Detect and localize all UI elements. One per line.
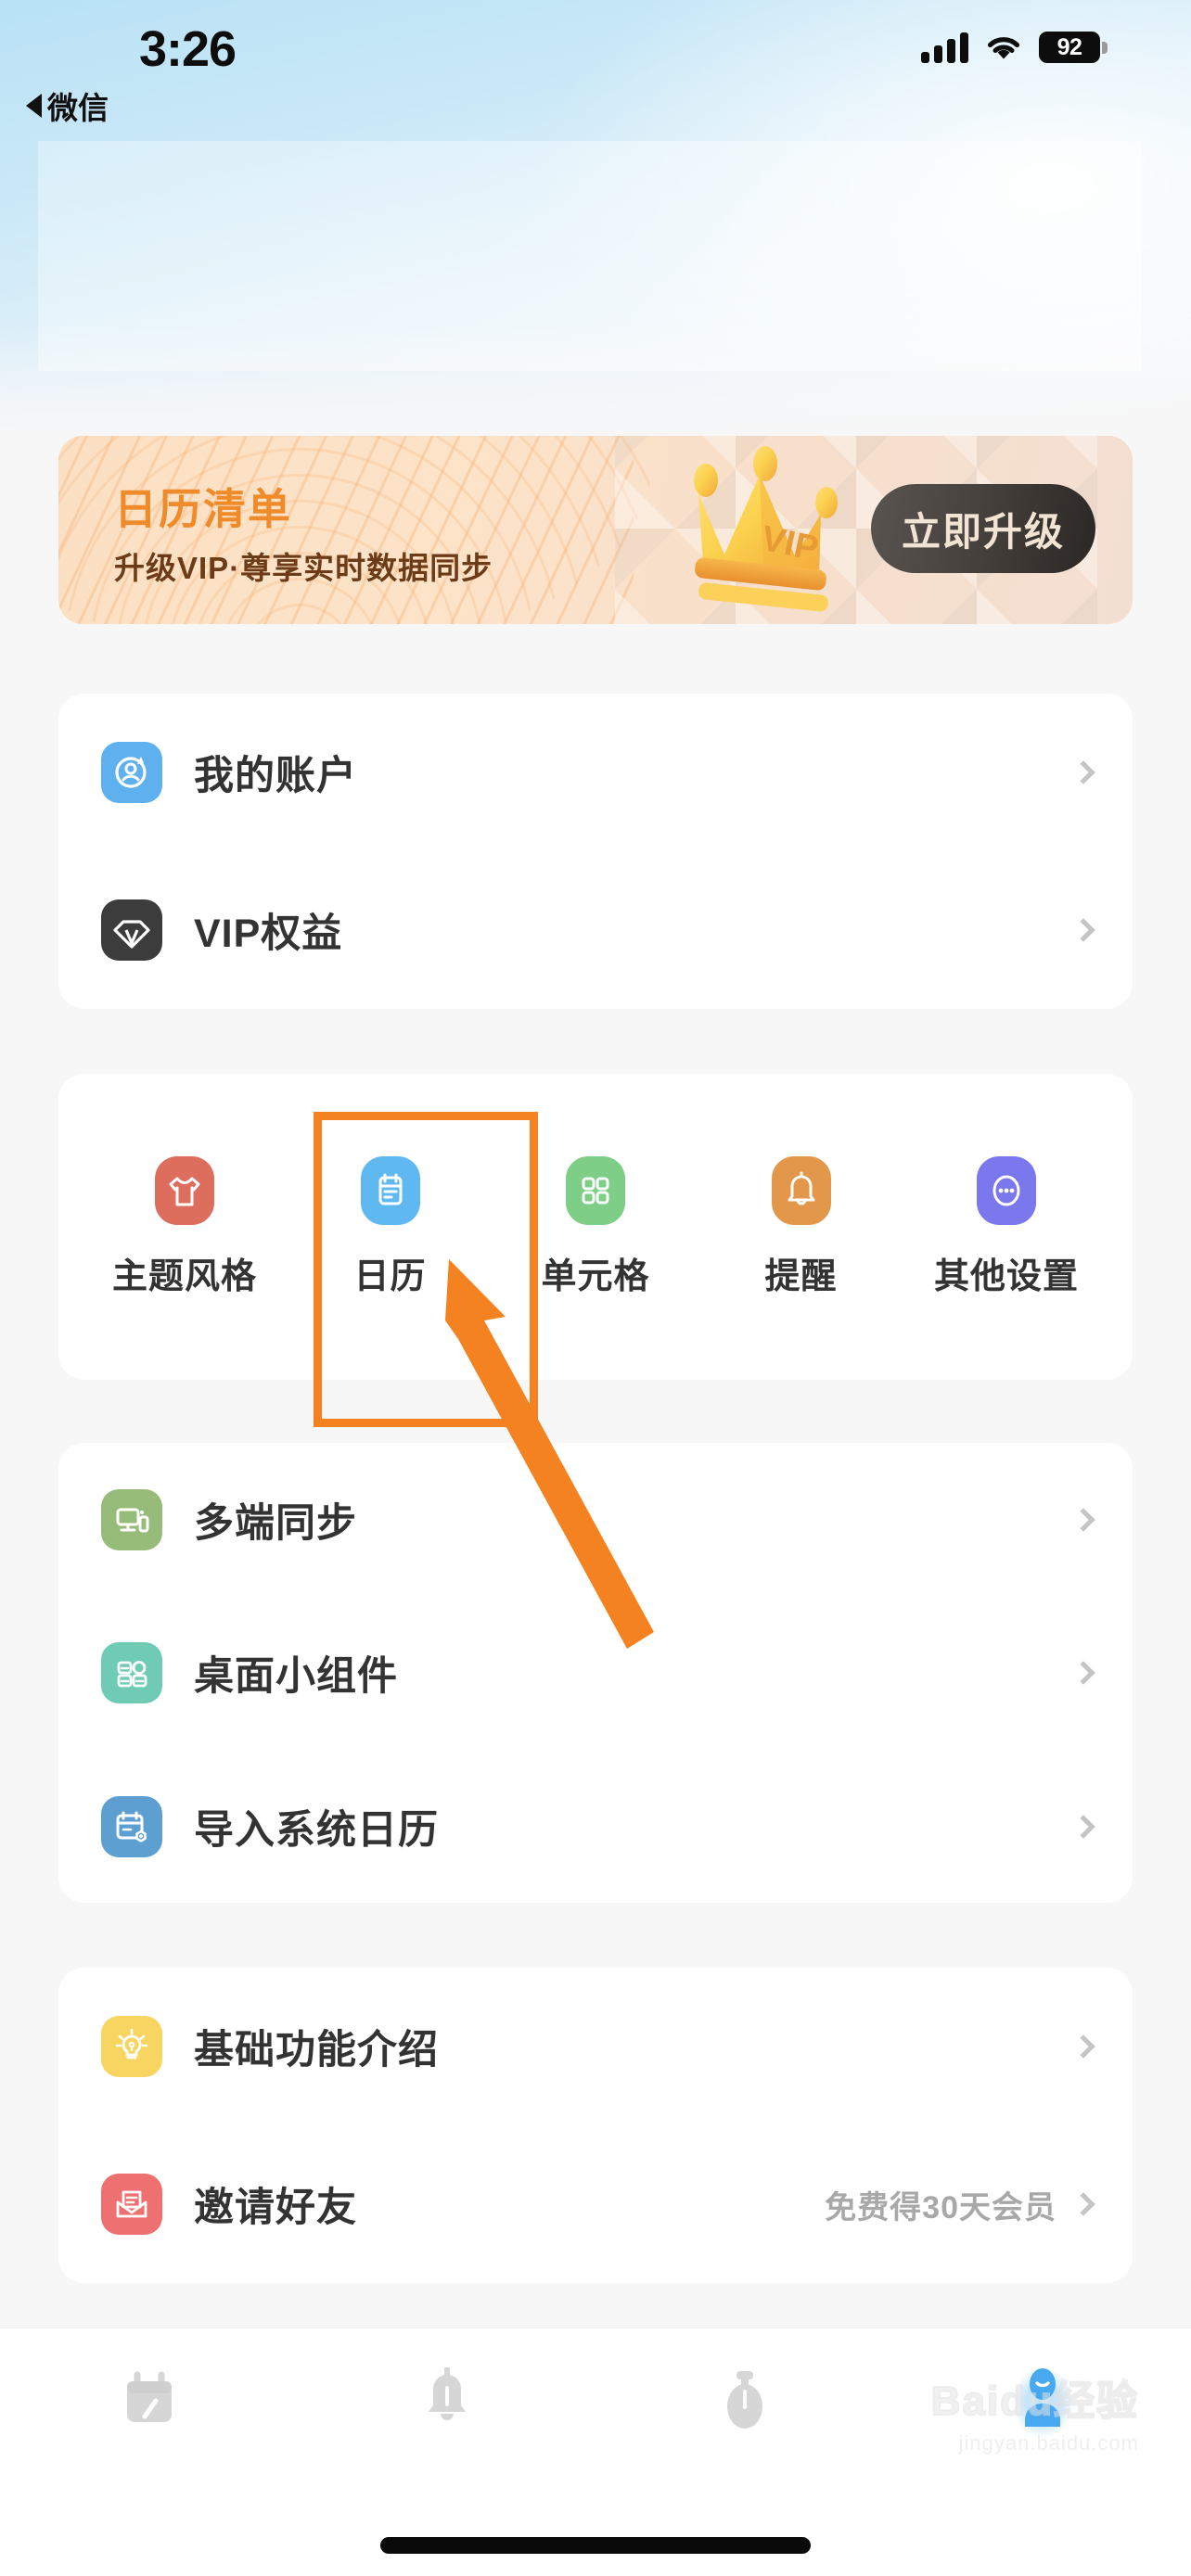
row-invite-friends[interactable]: 邀请好友 免费得30天会员 (58, 2125, 1133, 2283)
account-sync-icon (101, 742, 162, 803)
grid-item-label: 主题风格 (111, 1256, 257, 1296)
shirt-icon (155, 1155, 214, 1225)
row-label: VIP权益 (194, 912, 343, 956)
quick-actions-grid: 主题风格 日历 单元格 提醒 其他设置 (58, 1074, 1133, 1380)
status-indicators: 92 (921, 32, 1108, 63)
calendar-tab-icon (115, 2363, 184, 2441)
status-bar: 3:26 92 (0, 0, 1191, 93)
chevron-right-icon (1071, 2192, 1095, 2216)
invite-envelope-icon (101, 2174, 162, 2235)
tab-timer[interactable] (596, 2363, 893, 2441)
cellular-signal-icon (921, 32, 968, 63)
bell-icon (771, 1155, 831, 1225)
chevron-right-icon (1071, 1507, 1095, 1532)
tab-reminder[interactable] (298, 2363, 596, 2441)
chevron-right-icon (1071, 1814, 1095, 1839)
widgets-icon (101, 1642, 162, 1703)
row-basic-features[interactable]: 基础功能介绍 (58, 1968, 1133, 2125)
grid-squares-icon (566, 1155, 625, 1225)
grid-item-other-settings[interactable]: 其他设置 (916, 1155, 1097, 1298)
stopwatch-tab-icon (711, 2363, 779, 2441)
status-time: 3:26 (139, 21, 237, 77)
grid-item-theme[interactable]: 主题风格 (94, 1155, 275, 1298)
row-label: 多端同步 (194, 1500, 357, 1546)
grid-item-label: 单元格 (541, 1256, 650, 1296)
row-import-system-calendar[interactable]: 导入系统日历 (58, 1750, 1133, 1903)
row-label: 基础功能介绍 (194, 2028, 439, 2072)
tools-card: 多端同步 桌面小组件 导入系统日历 (58, 1443, 1133, 1903)
tab-calendar[interactable] (0, 2363, 298, 2441)
chevron-right-icon (1071, 1661, 1095, 1685)
row-vip-benefits[interactable]: VIP权益 (58, 851, 1133, 1009)
banner-title: 日历清单 (114, 485, 292, 533)
chevron-right-icon (1071, 2034, 1095, 2059)
battery-level: 92 (1057, 33, 1082, 60)
blank-content-panel (38, 141, 1142, 371)
row-desktop-widgets[interactable]: 桌面小组件 (58, 1596, 1133, 1750)
annotation-highlight-box (314, 1112, 538, 1427)
import-calendar-icon (101, 1795, 162, 1857)
row-label: 我的账户 (194, 754, 357, 798)
back-caret-icon (26, 94, 42, 118)
grid-item-label: 其他设置 (933, 1256, 1079, 1296)
diamond-icon (101, 899, 162, 961)
back-to-wechat-link[interactable]: 微信 (26, 83, 109, 128)
quick-actions-card: 主题风格 日历 单元格 提醒 其他设置 (58, 1074, 1133, 1380)
more-dots-icon (977, 1155, 1036, 1225)
banner-subtitle: 升级VIP·尊享实时数据同步 (114, 551, 493, 585)
upgrade-now-button[interactable]: 立即升级 (871, 484, 1095, 573)
watermark-sub: jingyan.baidu.com (958, 2431, 1139, 2455)
account-card: 我的账户 VIP权益 (58, 694, 1133, 1009)
row-label: 邀请好友 (194, 2186, 357, 2230)
watermark-main: Baidu经验 (930, 2378, 1139, 2424)
grid-item-reminder[interactable]: 提醒 (711, 1155, 892, 1298)
lightbulb-icon (101, 2016, 162, 2077)
crown-icon: VIP (694, 446, 838, 612)
vip-upgrade-banner[interactable]: 日历清单 升级VIP·尊享实时数据同步 VIP 立即升级 (58, 436, 1133, 624)
chevron-right-icon (1071, 918, 1095, 942)
home-indicator (380, 2537, 811, 2554)
row-my-account[interactable]: 我的账户 (58, 694, 1133, 851)
back-link-label: 微信 (47, 91, 109, 125)
chevron-right-icon (1071, 760, 1095, 784)
bell-tab-icon (413, 2363, 481, 2441)
watermark: Baidu经验 jingyan.baidu.com (930, 2378, 1139, 2455)
wifi-icon (987, 37, 1020, 59)
row-label: 导入系统日历 (194, 1807, 439, 1853)
help-card: 基础功能介绍 邀请好友 免费得30天会员 (58, 1968, 1133, 2283)
row-multi-device-sync[interactable]: 多端同步 (58, 1443, 1133, 1596)
battery-icon: 92 (1039, 32, 1108, 63)
row-extra-text: 免费得30天会员 (825, 2189, 1057, 2225)
multi-device-sync-icon (101, 1488, 162, 1550)
row-label: 桌面小组件 (194, 1654, 398, 1699)
grid-item-label: 提醒 (764, 1256, 838, 1296)
